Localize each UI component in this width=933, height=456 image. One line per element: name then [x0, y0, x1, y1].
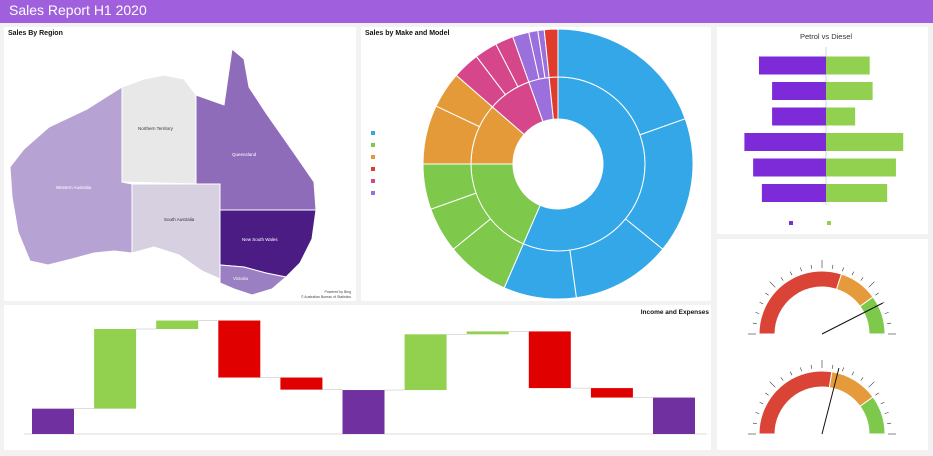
gauge-tick	[832, 364, 834, 369]
gauge-tick	[800, 367, 802, 372]
diesel-bar	[826, 107, 856, 126]
petrol-diesel-panel: Petrol vs Diesel	[717, 27, 928, 234]
region-map-panel: Sales By Region Western Australia Northe…	[4, 27, 356, 301]
gauge-tick	[842, 367, 844, 372]
gauge-tick	[765, 392, 769, 396]
gauge-tick	[880, 401, 885, 405]
waterfall-bar	[590, 388, 633, 398]
waterfall-panel: Income and Expenses	[4, 305, 711, 450]
region-label-new-south-wales: New South Wales	[242, 237, 278, 242]
legend-swatch	[371, 179, 375, 183]
region-western-australia[interactable]	[9, 86, 133, 266]
gauge-tick	[884, 412, 889, 414]
region-map: Western Australia Northern Territory Que…	[9, 48, 352, 299]
waterfall-title: Income and Expenses	[641, 309, 710, 316]
waterfall-bar	[653, 397, 695, 434]
map-credit-line1: Powered by Bing	[325, 290, 352, 294]
gauge-panel	[717, 239, 928, 450]
waterfall-bar	[32, 408, 74, 434]
gauge-tick	[789, 271, 793, 276]
waterfall-bar	[528, 331, 571, 389]
region-label-queensland: Queensland	[232, 152, 257, 157]
diesel-bar	[826, 158, 896, 177]
gauge-tick	[780, 377, 784, 381]
gauge-tick	[769, 281, 776, 288]
petrol-bar	[758, 56, 826, 75]
gauge-band	[758, 370, 833, 435]
gauge-band	[758, 270, 843, 335]
gauge-tick	[759, 401, 764, 405]
diesel-bar	[826, 82, 873, 100]
gauge-tick	[755, 312, 760, 314]
waterfall-bar	[342, 390, 385, 434]
gauge-tick	[875, 292, 879, 296]
petrol-bar	[772, 107, 826, 126]
petrol-bar	[772, 82, 826, 100]
gauge-tick	[868, 281, 875, 288]
gauge-charts	[748, 260, 896, 435]
gauge-tick	[789, 371, 793, 376]
legend-swatch	[371, 131, 375, 135]
waterfall-chart: Income and Expenses	[24, 309, 710, 435]
gauge-tick	[887, 322, 892, 324]
gauge-tick	[752, 422, 757, 424]
region-label-south-australia: South Australia	[164, 217, 195, 222]
title-bar: Sales Report H1 2020	[0, 0, 933, 23]
gauge-tick	[851, 371, 855, 376]
gauge-tick	[887, 422, 892, 424]
gauge-tick	[765, 292, 769, 296]
sunburst-panel: Sales by Make and Model	[361, 27, 711, 301]
gauge-tick	[842, 267, 844, 272]
region-label-victoria: Victoria	[233, 276, 248, 281]
petrol-bar	[753, 158, 826, 177]
waterfall-bar	[94, 328, 137, 409]
legend-swatch-petrol	[789, 221, 793, 225]
legend-swatch	[371, 155, 375, 159]
legend-swatch	[371, 191, 375, 195]
gauge-tick	[860, 277, 864, 281]
legend-swatch	[371, 167, 375, 171]
waterfall-bar	[280, 377, 323, 390]
petrol-diesel-title: Petrol vs Diesel	[800, 32, 852, 41]
map-credit-line2: © Australian Bureau of Statistics	[301, 295, 351, 299]
diesel-bar	[826, 184, 888, 202]
diesel-bar	[826, 56, 870, 75]
gauge-tick	[752, 322, 757, 324]
page-title: Sales Report H1 2020	[9, 2, 147, 18]
gauge-tick	[851, 271, 855, 276]
waterfall-bar	[404, 334, 447, 391]
legend-swatch	[371, 143, 375, 147]
gauge-tick	[875, 392, 879, 396]
petrol-diesel-chart: Petrol vs Diesel	[744, 32, 904, 225]
waterfall-bar	[466, 331, 509, 335]
gauge-tick	[810, 364, 812, 369]
gauge-tick	[868, 381, 875, 388]
gauge-tick	[860, 377, 864, 381]
petrol-bar	[761, 184, 826, 202]
gauge-tick	[780, 277, 784, 281]
region-label-western-australia: Western Australia	[56, 185, 92, 190]
waterfall-bar	[156, 320, 199, 329]
gauge-tick	[800, 267, 802, 272]
waterfall-bar	[218, 320, 261, 378]
gauge-tick	[769, 381, 776, 388]
legend-swatch-diesel	[827, 221, 831, 225]
gauge-tick	[810, 264, 812, 269]
region-label-northern-territory: Northern Territory	[138, 126, 174, 131]
gauge-tick	[884, 312, 889, 314]
diesel-bar	[826, 133, 904, 151]
gauge-tick	[755, 412, 760, 414]
petrol-bar	[744, 133, 826, 151]
region-south-australia[interactable]	[131, 183, 221, 280]
gauge-tick	[832, 264, 834, 269]
sunburst-chart	[371, 28, 694, 300]
gauge-tick	[759, 301, 764, 305]
